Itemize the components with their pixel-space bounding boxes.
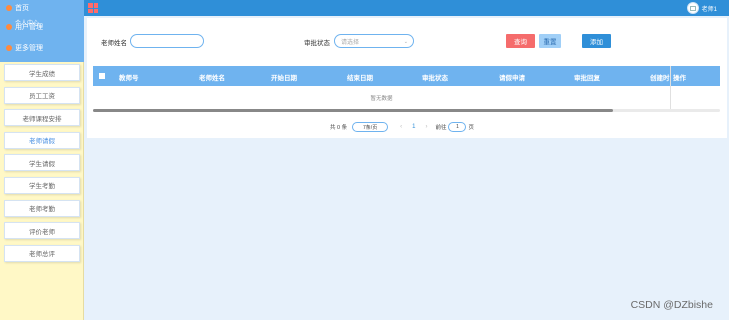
main-content: 老师姓名 审批状态 请选择 ⌄ 查询 重置 添加 教师号 老师姓名 开始日期 结…: [84, 16, 729, 320]
next-page-button[interactable]: ›: [425, 124, 427, 130]
empty-state-text: 暂无数据: [370, 96, 393, 102]
sidebar-item-label: 老师总评: [29, 251, 55, 259]
sidebar-item-teacher-leave[interactable]: 老师请假: [4, 131, 80, 149]
teacher-name-input[interactable]: [130, 34, 204, 48]
sidebar-item-student-leave[interactable]: 学生请假: [4, 154, 80, 172]
col-end-date[interactable]: 结束日期: [347, 72, 373, 82]
select-all-checkbox[interactable]: [99, 73, 105, 79]
page-size-value: 7条/页: [363, 124, 378, 131]
menu-user-mgmt[interactable]: 个人中心 用户管理: [6, 20, 43, 34]
teacher-name-label: 老师姓名: [101, 40, 127, 47]
prev-page-button[interactable]: ‹: [400, 124, 402, 130]
sub-menu: 学生成绩 员工工资 老师课程安排 老师请假 学生请假 学生考勤 老师考勤 评价老…: [4, 64, 80, 267]
status-select[interactable]: 请选择 ⌄: [334, 34, 414, 48]
current-page[interactable]: 1: [412, 124, 415, 130]
menu-personal-label: 个人中心: [15, 21, 40, 27]
status-select-placeholder: 请选择: [341, 39, 360, 46]
table-header: 教师号 老师姓名 开始日期 结束日期 审批状态 请假申请 审批回复 创建时 操作: [93, 66, 720, 86]
col-teacher-id[interactable]: 教师号: [119, 72, 139, 82]
pagination: 共 0 条 7条/页 ‹ 1 › 前往 1 页: [330, 121, 474, 133]
sidebar-item-teacher-schedule[interactable]: 老师课程安排: [4, 109, 80, 127]
col-created-time[interactable]: 创建时: [650, 72, 670, 82]
sidebar-item-label: 学生考勤: [29, 183, 55, 191]
avatar: [686, 2, 699, 14]
user-icon: [6, 24, 12, 30]
menu-more-mgmt-label: 更多管理: [15, 45, 43, 52]
sidebar-item-label: 评价老师: [29, 228, 55, 236]
home-icon: [6, 5, 12, 11]
total-count: 共 0 条: [330, 125, 348, 131]
sidebar-item-teacher-attendance[interactable]: 老师考勤: [4, 199, 80, 217]
sidebar-item-label: 老师考勤: [29, 206, 55, 214]
user-name: 老师1: [701, 6, 717, 13]
sidebar-item-label: 学生请假: [29, 160, 55, 168]
reset-button[interactable]: 重置: [539, 34, 561, 48]
sidebar-top-menu: 首页 个人中心 用户管理 更多管理: [0, 0, 84, 62]
watermark: CSDN @DZbishe: [630, 299, 713, 311]
goto-suffix: 页: [468, 125, 474, 131]
sidebar-item-label: 员工工资: [29, 93, 55, 101]
sidebar: 首页 个人中心 用户管理 更多管理 学生成绩 员工工资 老师课程安排 老师请假 …: [0, 0, 84, 320]
col-approval-status[interactable]: 审批状态: [422, 72, 448, 82]
menu-home-label: 首页: [15, 5, 29, 12]
sidebar-item-evaluate-teacher[interactable]: 评价老师: [4, 222, 80, 240]
sidebar-item-student-scores[interactable]: 学生成绩: [4, 64, 80, 81]
scrollbar-thumb[interactable]: [93, 109, 613, 112]
query-button[interactable]: 查询: [506, 34, 535, 48]
col-leave-request[interactable]: 请假申请: [499, 72, 525, 82]
sidebar-item-label: 老师课程安排: [22, 115, 62, 123]
page-size-select[interactable]: 7条/页: [352, 122, 389, 132]
menu-more-mgmt[interactable]: 更多管理: [6, 41, 43, 55]
user-menu[interactable]: 老师1: [686, 2, 717, 14]
col-approval-reply[interactable]: 审批回复: [574, 72, 600, 82]
sidebar-item-staff-salary[interactable]: 员工工资: [4, 86, 80, 104]
sidebar-item-student-attendance[interactable]: 学生考勤: [4, 176, 80, 194]
menu-home[interactable]: 首页: [6, 1, 29, 15]
goto-page-value: 1: [456, 124, 459, 130]
col-teacher-name[interactable]: 老师姓名: [199, 72, 225, 82]
top-bar: 老师1: [84, 0, 729, 16]
goto-prefix: 前往: [435, 125, 447, 131]
goto-page-input[interactable]: 1: [448, 122, 467, 132]
content-card: 老师姓名 审批状态 请选择 ⌄ 查询 重置 添加 教师号 老师姓名 开始日期 结…: [87, 18, 727, 138]
add-button[interactable]: 添加: [582, 34, 611, 48]
col-actions: 操作: [673, 75, 686, 82]
sidebar-item-label: 学生成绩: [29, 70, 55, 78]
image-icon: [689, 5, 696, 11]
status-label: 审批状态: [304, 40, 330, 47]
column-divider: [670, 66, 671, 110]
sidebar-item-teacher-review[interactable]: 老师总评: [4, 244, 80, 262]
sidebar-item-label: 老师请假: [29, 138, 55, 146]
menu-icon: [6, 45, 12, 51]
apps-grid-icon[interactable]: [88, 3, 98, 13]
chevron-down-icon: ⌄: [403, 39, 408, 45]
col-start-date[interactable]: 开始日期: [271, 72, 297, 82]
